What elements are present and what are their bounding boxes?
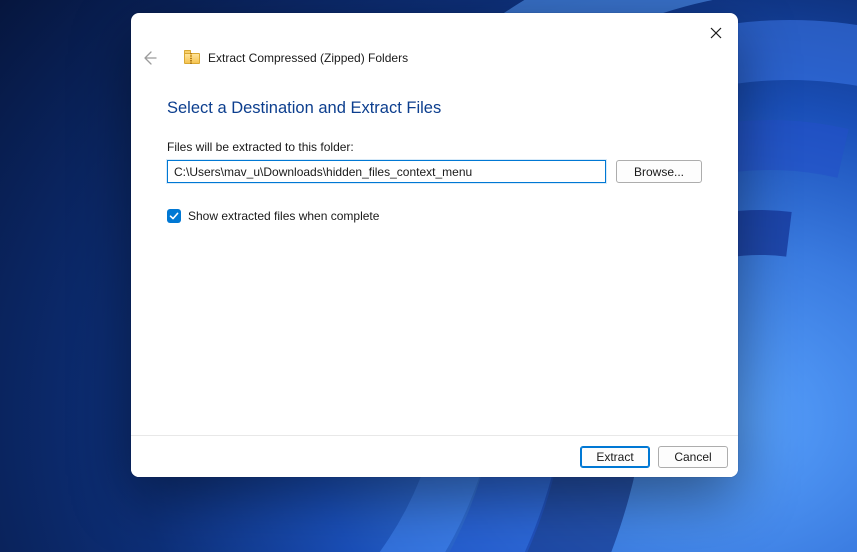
page-heading: Select a Destination and Extract Files: [167, 99, 702, 118]
back-arrow-icon: [141, 50, 157, 66]
dialog-header: Extract Compressed (Zipped) Folders: [131, 45, 738, 71]
destination-label: Files will be extracted to this folder:: [167, 140, 702, 154]
dialog-content: Select a Destination and Extract Files F…: [131, 71, 738, 435]
checkmark-icon: [169, 211, 179, 221]
show-files-checkbox-label[interactable]: Show extracted files when complete: [188, 209, 379, 223]
destination-path-input[interactable]: [167, 160, 606, 183]
dialog-footer: Extract Cancel: [131, 435, 738, 477]
browse-button[interactable]: Browse...: [616, 160, 702, 183]
zipped-folder-icon: [184, 50, 200, 66]
close-icon: [710, 27, 722, 39]
back-button[interactable]: [138, 47, 160, 69]
extract-button[interactable]: Extract: [580, 446, 650, 468]
close-button[interactable]: [708, 25, 724, 41]
show-files-checkbox[interactable]: [167, 209, 181, 223]
extract-dialog: Extract Compressed (Zipped) Folders Sele…: [131, 13, 738, 477]
cancel-button[interactable]: Cancel: [658, 446, 728, 468]
window-title: Extract Compressed (Zipped) Folders: [208, 51, 408, 65]
